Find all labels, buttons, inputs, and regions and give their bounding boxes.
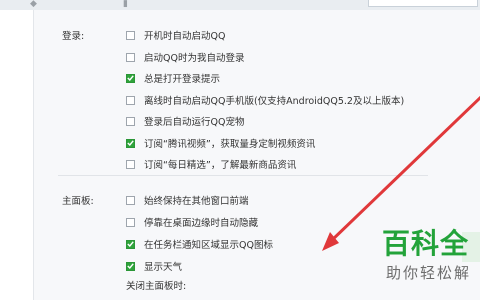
watermark-subtitle: 助你轻松解	[386, 264, 472, 282]
watermark-title: 百科全	[382, 227, 470, 260]
